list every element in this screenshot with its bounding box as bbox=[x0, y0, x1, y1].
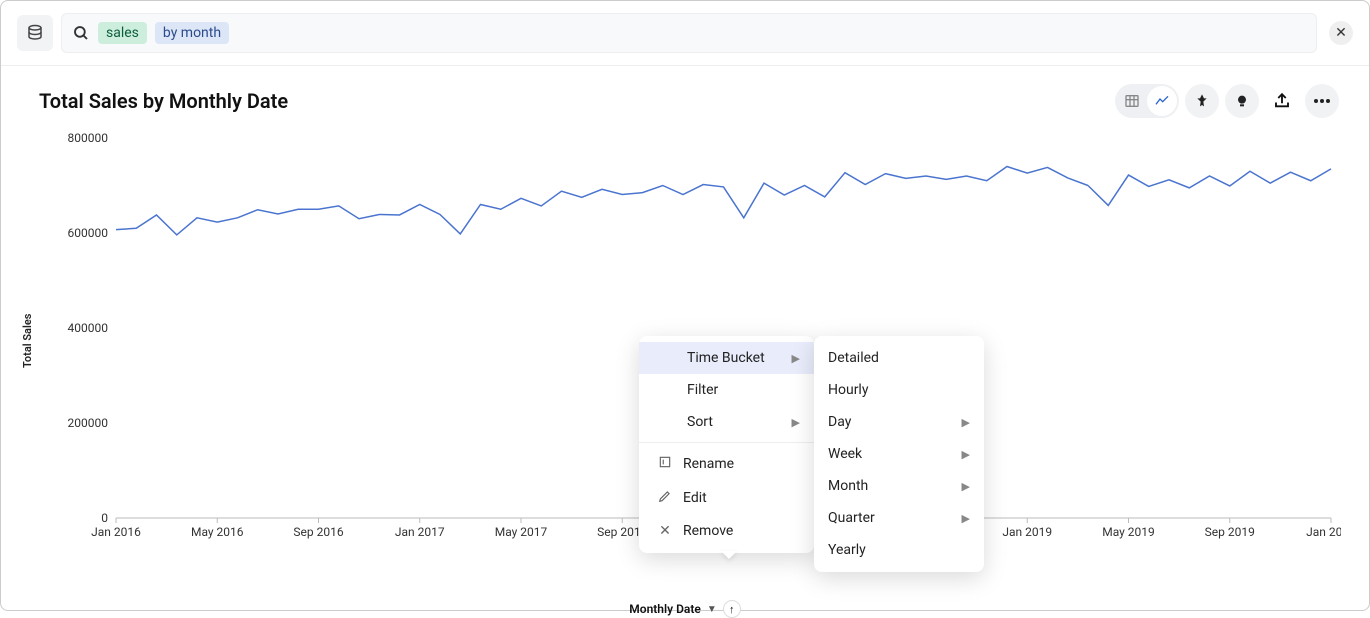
chevron-down-icon: ▼ bbox=[707, 604, 717, 615]
database-icon bbox=[26, 24, 44, 42]
view-toggle bbox=[1115, 84, 1179, 118]
menu-pointer bbox=[721, 551, 737, 559]
table-icon bbox=[1124, 93, 1140, 109]
menu-item-sort[interactable]: Sort ▶ bbox=[639, 406, 814, 438]
remove-icon: ✕ bbox=[657, 523, 673, 539]
rename-icon bbox=[657, 455, 673, 473]
search-token-keyword[interactable]: by month bbox=[155, 22, 229, 44]
svg-text:Sep 2016: Sep 2016 bbox=[293, 525, 343, 539]
submenu-item-detailed[interactable]: Detailed bbox=[814, 342, 984, 374]
arrow-up-icon: ↑ bbox=[729, 603, 735, 616]
lightbulb-icon bbox=[1234, 93, 1250, 109]
svg-text:400000: 400000 bbox=[68, 321, 109, 335]
chevron-right-icon: ▶ bbox=[792, 352, 800, 365]
more-button[interactable] bbox=[1305, 84, 1339, 118]
pencil-icon bbox=[657, 489, 673, 507]
pin-icon bbox=[1194, 93, 1210, 109]
menu-separator bbox=[639, 442, 814, 443]
view-chart-button[interactable] bbox=[1147, 86, 1177, 116]
submenu-item-yearly[interactable]: Yearly bbox=[814, 534, 984, 566]
chevron-right-icon: ▶ bbox=[792, 416, 800, 429]
svg-text:May 2019: May 2019 bbox=[1102, 525, 1155, 539]
share-icon bbox=[1273, 92, 1291, 110]
submenu-item-month[interactable]: Month▶ bbox=[814, 470, 984, 502]
chart-toolbar bbox=[1115, 84, 1339, 118]
svg-text:0: 0 bbox=[101, 511, 108, 525]
svg-text:May 2017: May 2017 bbox=[495, 525, 548, 539]
menu-item-time-bucket[interactable]: Time Bucket ▶ bbox=[639, 342, 814, 374]
more-icon bbox=[1314, 99, 1330, 103]
chevron-right-icon: ▶ bbox=[962, 480, 970, 493]
close-icon: ✕ bbox=[1335, 25, 1347, 41]
pin-button[interactable] bbox=[1185, 84, 1219, 118]
search-input[interactable]: sales by month bbox=[61, 13, 1317, 53]
datasource-button[interactable] bbox=[17, 15, 53, 51]
chevron-right-icon: ▶ bbox=[962, 512, 970, 525]
x-axis-control[interactable]: Monthly Date ▼ ↑ bbox=[1, 600, 1369, 618]
menu-item-edit[interactable]: Edit bbox=[639, 481, 814, 515]
insights-button[interactable] bbox=[1225, 84, 1259, 118]
svg-text:Jan 2020: Jan 2020 bbox=[1306, 525, 1341, 539]
search-token-measure[interactable]: sales bbox=[98, 22, 147, 44]
menu-item-remove[interactable]: ✕ Remove bbox=[639, 515, 814, 547]
search-icon bbox=[72, 24, 90, 42]
chevron-right-icon: ▶ bbox=[962, 416, 970, 429]
menu-item-filter[interactable]: Filter bbox=[639, 374, 814, 406]
svg-text:200000: 200000 bbox=[68, 416, 109, 430]
time-bucket-submenu: Detailed Hourly Day▶ Week▶ Month▶ Quarte… bbox=[814, 336, 984, 572]
submenu-item-day[interactable]: Day▶ bbox=[814, 406, 984, 438]
chart-title: Total Sales by Monthly Date bbox=[39, 89, 288, 113]
share-button[interactable] bbox=[1265, 84, 1299, 118]
y-axis-label: Total Sales bbox=[21, 314, 34, 368]
svg-text:600000: 600000 bbox=[68, 226, 109, 240]
sort-ascending-button[interactable]: ↑ bbox=[723, 600, 741, 618]
submenu-item-week[interactable]: Week▶ bbox=[814, 438, 984, 470]
submenu-item-hourly[interactable]: Hourly bbox=[814, 374, 984, 406]
chart-header: Total Sales by Monthly Date bbox=[1, 66, 1369, 118]
submenu-item-quarter[interactable]: Quarter▶ bbox=[814, 502, 984, 534]
search-bar: sales by month ✕ bbox=[1, 1, 1369, 66]
svg-text:May 2016: May 2016 bbox=[191, 525, 244, 539]
axis-context-menu: Time Bucket ▶ Filter Sort ▶ Rename Edit … bbox=[639, 336, 814, 553]
chevron-right-icon: ▶ bbox=[962, 448, 970, 461]
svg-text:Jan 2017: Jan 2017 bbox=[395, 525, 445, 539]
x-axis-label: Monthly Date bbox=[629, 602, 701, 616]
svg-text:Jan 2019: Jan 2019 bbox=[1002, 525, 1052, 539]
view-table-button[interactable] bbox=[1117, 86, 1147, 116]
svg-text:Jan 2016: Jan 2016 bbox=[91, 525, 141, 539]
menu-item-rename[interactable]: Rename bbox=[639, 447, 814, 481]
line-chart-icon bbox=[1154, 93, 1170, 109]
close-button[interactable]: ✕ bbox=[1329, 21, 1353, 45]
svg-text:Sep 2019: Sep 2019 bbox=[1205, 525, 1255, 539]
svg-text:800000: 800000 bbox=[68, 131, 109, 145]
